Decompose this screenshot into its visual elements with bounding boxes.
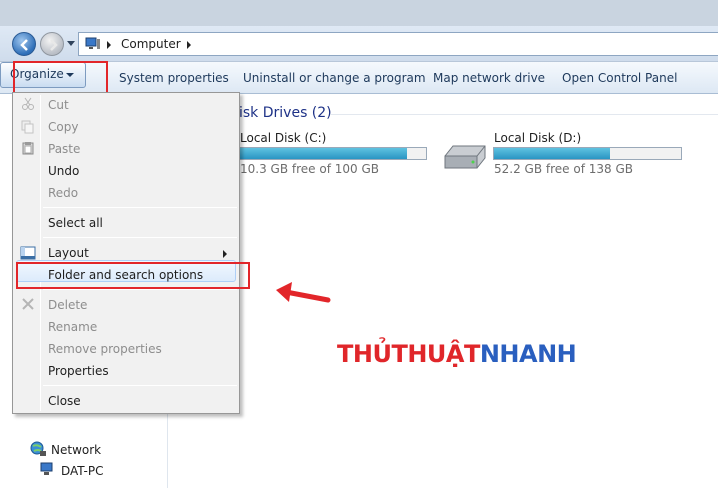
drive-c-usage-bar xyxy=(238,147,427,160)
drive-c-usage-fill xyxy=(239,148,407,159)
network-icon xyxy=(30,441,46,456)
watermark-part2: NHANH xyxy=(479,340,577,368)
scissors-icon xyxy=(22,97,34,110)
back-arrow-icon xyxy=(20,39,28,51)
watermark-logo: THỦTHUẬTNHANH xyxy=(337,340,577,368)
computer-icon xyxy=(85,37,100,49)
menu-icon-gutter xyxy=(40,95,41,411)
drive-d-usage-fill xyxy=(494,148,611,159)
menu-item-undo[interactable]: Undo xyxy=(48,164,79,178)
drive-c-free-space: 10.3 GB free of 100 GB xyxy=(240,162,379,176)
paste-icon xyxy=(22,142,34,155)
address-area: Computer xyxy=(0,26,718,62)
menu-separator xyxy=(43,207,237,208)
menu-item-close[interactable]: Close xyxy=(48,394,81,408)
menu-item-copy[interactable]: Copy xyxy=(48,120,78,134)
computer-icon xyxy=(40,462,53,475)
menu-separator xyxy=(43,385,237,386)
navpane-dat-pc[interactable]: DAT-PC xyxy=(61,464,103,478)
back-button[interactable] xyxy=(12,32,36,56)
delete-icon xyxy=(22,298,34,310)
forward-button[interactable] xyxy=(40,32,64,56)
menu-item-cut[interactable]: Cut xyxy=(48,98,69,112)
menu-separator xyxy=(43,289,237,290)
system-properties-button[interactable]: System properties xyxy=(119,71,229,85)
submenu-arrow-icon xyxy=(223,250,227,258)
open-control-panel-button[interactable]: Open Control Panel xyxy=(562,71,677,85)
annotation-arrow-icon xyxy=(276,282,331,303)
menu-item-properties[interactable]: Properties xyxy=(48,364,109,378)
drive-d-free-space: 52.2 GB free of 138 GB xyxy=(494,162,633,176)
hard-disk-drives-header[interactable]: isk Drives (2) xyxy=(239,105,332,121)
section-divider xyxy=(330,114,718,115)
menu-item-redo[interactable]: Redo xyxy=(48,186,78,200)
copy-icon xyxy=(21,120,34,134)
navpane-network[interactable]: Network xyxy=(51,443,101,457)
blurred-header-strip xyxy=(0,0,718,26)
menu-separator xyxy=(43,237,237,238)
menu-item-layout[interactable]: Layout xyxy=(48,246,89,260)
organize-menu: Cut Copy Paste Undo Redo Select all Layo… xyxy=(12,92,240,414)
layout-icon xyxy=(20,246,36,260)
breadcrumb-separator-icon[interactable] xyxy=(107,41,111,49)
menu-item-delete[interactable]: Delete xyxy=(48,298,87,312)
recent-pages-dropdown[interactable] xyxy=(67,41,75,46)
menu-item-paste[interactable]: Paste xyxy=(48,142,80,156)
drive-d-usage-bar xyxy=(493,147,682,160)
drive-c-name[interactable]: Local Disk (C:) xyxy=(240,131,326,145)
address-bar[interactable]: Computer xyxy=(78,32,718,56)
drive-d-name[interactable]: Local Disk (D:) xyxy=(494,131,581,145)
annotation-box-folder-options xyxy=(16,262,250,289)
hard-drive-icon[interactable] xyxy=(441,138,489,174)
menu-item-remove-properties[interactable]: Remove properties xyxy=(48,342,162,356)
menu-item-rename[interactable]: Rename xyxy=(48,320,97,334)
breadcrumb-computer[interactable]: Computer xyxy=(121,37,181,51)
map-network-drive-button[interactable]: Map network drive xyxy=(433,71,545,85)
forward-arrow-icon xyxy=(50,39,58,51)
breadcrumb-separator-icon[interactable] xyxy=(187,41,191,49)
watermark-part1: THỦTHUẬT xyxy=(337,340,480,368)
menu-item-select-all[interactable]: Select all xyxy=(48,216,103,230)
uninstall-program-button[interactable]: Uninstall or change a program xyxy=(243,71,426,85)
